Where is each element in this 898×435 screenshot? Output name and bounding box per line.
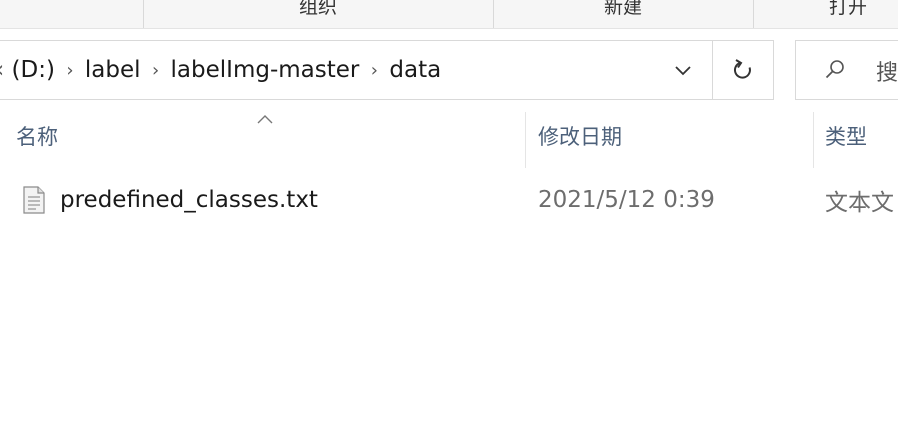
breadcrumb-chevron-icon[interactable]: › xyxy=(361,60,387,81)
refresh-button[interactable] xyxy=(712,41,773,99)
search-placeholder: 搜 xyxy=(876,61,898,86)
search-icon xyxy=(825,60,844,79)
column-divider[interactable] xyxy=(813,112,814,168)
column-header-type[interactable]: 类型 xyxy=(825,104,898,168)
column-header-row: 名称 修改日期 类型 xyxy=(0,104,898,168)
address-bar[interactable]: ‹ (D:) › label › labelImg-master › data xyxy=(0,40,774,100)
breadcrumb: ‹ (D:) › label › labelImg-master › data xyxy=(0,41,443,99)
breadcrumb-chevron-icon[interactable]: › xyxy=(57,60,83,81)
ribbon-group-open-label: 打开 xyxy=(828,0,867,18)
search-input[interactable]: 搜 xyxy=(795,40,898,100)
ribbon-group-new: 新建 xyxy=(493,0,753,28)
column-header-name[interactable]: 名称 xyxy=(16,104,521,168)
text-file-icon xyxy=(23,186,45,214)
file-modified-date: 2021/5/12 0:39 xyxy=(538,187,715,213)
breadcrumb-item-label[interactable]: label xyxy=(83,57,143,83)
column-divider[interactable] xyxy=(525,112,526,168)
breadcrumb-item-labelimg-master[interactable]: labelImg-master xyxy=(169,57,362,83)
refresh-icon xyxy=(733,59,751,79)
ribbon-group-organize-label: 组织 xyxy=(298,0,337,18)
ribbon-group-new-label: 新建 xyxy=(603,0,642,18)
column-header-type-label: 类型 xyxy=(825,125,867,149)
breadcrumb-drive-prefix: ‹ xyxy=(0,57,4,83)
address-history-dropdown-button[interactable] xyxy=(657,41,709,99)
file-list-empty-area[interactable] xyxy=(0,230,898,435)
ribbon-group-organize: 组织 xyxy=(143,0,493,28)
breadcrumb-drive[interactable]: ‹ (D:) xyxy=(0,57,57,83)
column-header-modified-label: 修改日期 xyxy=(538,125,622,149)
breadcrumb-drive-label: (D:) xyxy=(11,57,55,83)
file-explorer-window: 组织 新建 打开 ‹ (D:) › label › labelImg-maste… xyxy=(0,0,898,435)
chevron-down-icon xyxy=(675,66,691,76)
ribbon-group-bar: 组织 新建 打开 xyxy=(0,0,898,29)
column-header-name-label: 名称 xyxy=(16,125,58,149)
ribbon-group-open: 打开 xyxy=(753,0,898,28)
file-type: 文本文 xyxy=(825,190,894,216)
file-name[interactable]: predefined_classes.txt xyxy=(60,174,520,226)
breadcrumb-item-data[interactable]: data xyxy=(387,57,443,83)
file-list-item[interactable]: predefined_classes.txt 2021/5/12 0:39 文本… xyxy=(0,174,898,226)
breadcrumb-chevron-icon[interactable]: › xyxy=(143,60,169,81)
column-header-modified[interactable]: 修改日期 xyxy=(538,104,810,168)
